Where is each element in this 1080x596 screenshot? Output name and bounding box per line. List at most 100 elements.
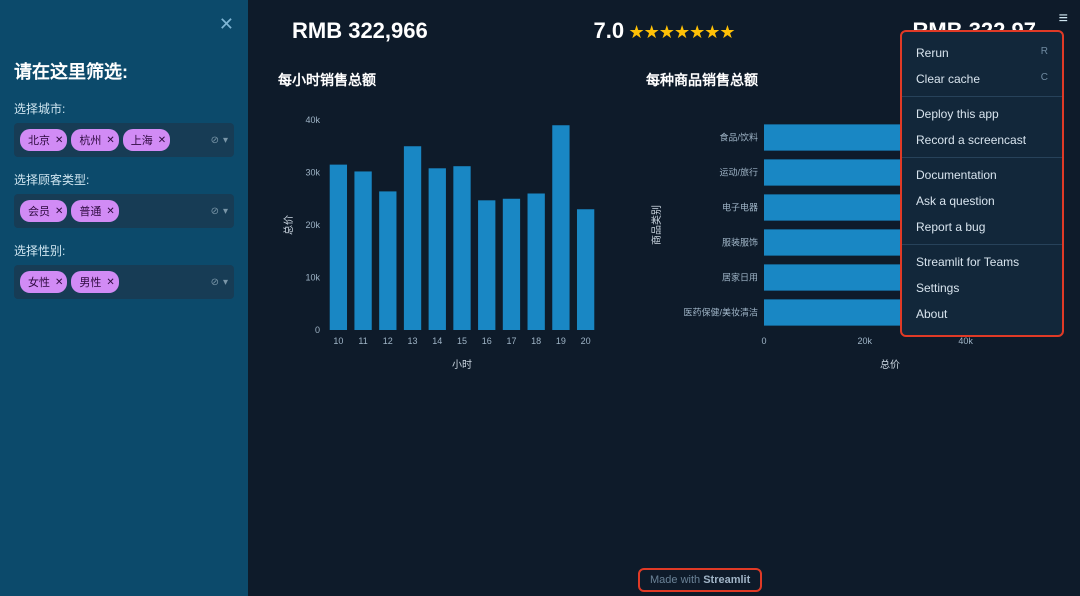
chip-remove-icon[interactable]: ✕ <box>106 135 114 146</box>
menu-item-label: About <box>916 307 947 321</box>
svg-text:0: 0 <box>761 336 766 346</box>
multiselect-controls[interactable]: ⊘▾ <box>211 277 228 288</box>
svg-text:总价: 总价 <box>282 215 295 235</box>
filter-customer-label: 选择顾客类型: <box>14 171 234 188</box>
chart-hourly: 每小时销售总额 010k20k30k40k1011121314151617181… <box>278 70 618 380</box>
menu-item[interactable]: Documentation <box>902 162 1062 188</box>
menu-item[interactable]: Clear cacheC <box>902 66 1062 92</box>
svg-text:商品类别: 商品类别 <box>650 205 663 245</box>
svg-text:10k: 10k <box>305 273 320 283</box>
menu-item[interactable]: Streamlit for Teams <box>902 249 1062 275</box>
menu-item-label: Deploy this app <box>916 107 999 121</box>
filter-city-select[interactable]: 北京✕ 杭州✕ 上海✕ ⊘▾ <box>14 123 234 157</box>
chip-city[interactable]: 北京 ✕ <box>20 129 67 151</box>
chip-label: 杭州 <box>79 132 101 148</box>
svg-text:17: 17 <box>506 336 516 346</box>
chip-customer[interactable]: 会员 ✕ <box>20 200 67 222</box>
svg-text:医药保健/美妆清洁: 医药保健/美妆清洁 <box>683 307 758 318</box>
menu-divider <box>902 157 1062 158</box>
made-with-text: Made with <box>650 574 703 586</box>
svg-text:30k: 30k <box>305 168 320 178</box>
svg-text:总价: 总价 <box>880 358 900 371</box>
chevron-down-icon[interactable]: ▾ <box>223 135 228 146</box>
chip-remove-icon[interactable]: ✕ <box>106 206 114 217</box>
chip-gender[interactable]: 女性 ✕ <box>20 271 67 293</box>
menu-item[interactable]: Record a screencast <box>902 127 1062 153</box>
svg-text:15: 15 <box>457 336 467 346</box>
svg-text:16: 16 <box>482 336 492 346</box>
kpi-total-sales: RMB 322,966 <box>292 18 540 44</box>
chip-gender[interactable]: 男性 ✕ <box>71 271 118 293</box>
svg-text:12: 12 <box>383 336 393 346</box>
svg-text:20k: 20k <box>305 220 320 230</box>
menu-item[interactable]: Settings <box>902 275 1062 301</box>
chip-remove-icon[interactable]: ✕ <box>158 135 166 146</box>
kpi-rating: 7.0 ★★★★★★★ <box>540 18 788 44</box>
menu-shortcut: R <box>1041 46 1048 60</box>
main-content: ≡ RMB 322,966 7.0 ★★★★★★★ RMB 322.97 每小时… <box>248 0 1080 596</box>
svg-text:服装服饰: 服装服饰 <box>722 237 758 248</box>
filter-city-label: 选择城市: <box>14 100 234 117</box>
svg-text:电子电器: 电子电器 <box>722 202 758 213</box>
svg-text:10: 10 <box>333 336 343 346</box>
chevron-down-icon[interactable]: ▾ <box>223 277 228 288</box>
menu-item[interactable]: Report a bug <box>902 214 1062 240</box>
menu-item[interactable]: About <box>902 301 1062 327</box>
chip-remove-icon[interactable]: ✕ <box>106 277 114 288</box>
filter-gender-label: 选择性别: <box>14 242 234 259</box>
svg-text:11: 11 <box>358 336 367 346</box>
menu-divider <box>902 244 1062 245</box>
filter-customer-select[interactable]: 会员✕ 普通✕ ⊘▾ <box>14 194 234 228</box>
chip-label: 上海 <box>131 132 153 148</box>
svg-text:运动/旅行: 运动/旅行 <box>719 167 758 178</box>
svg-text:居家日用: 居家日用 <box>722 272 758 283</box>
chip-city[interactable]: 上海 ✕ <box>123 129 170 151</box>
kpi-value: RMB 322,966 <box>292 18 540 44</box>
multiselect-controls[interactable]: ⊘▾ <box>211 135 228 146</box>
chip-city[interactable]: 杭州 ✕ <box>71 129 118 151</box>
hamburger-icon[interactable]: ≡ <box>1059 10 1068 28</box>
filter-gender-select[interactable]: 女性✕ 男性✕ ⊘▾ <box>14 265 234 299</box>
clear-icon[interactable]: ⊘ <box>211 135 219 146</box>
chip-remove-icon[interactable]: ✕ <box>55 206 63 217</box>
menu-item[interactable]: Ask a question <box>902 188 1062 214</box>
menu-item-label: Settings <box>916 281 959 295</box>
menu-item[interactable]: RerunR <box>902 40 1062 66</box>
chip-label: 女性 <box>28 274 50 290</box>
close-icon[interactable]: ✕ <box>219 14 234 35</box>
menu-divider <box>902 96 1062 97</box>
menu-item[interactable]: Deploy this app <box>902 101 1062 127</box>
chip-label: 会员 <box>28 203 50 219</box>
chip-remove-icon[interactable]: ✕ <box>55 135 63 146</box>
clear-icon[interactable]: ⊘ <box>211 277 219 288</box>
menu-item-label: Streamlit for Teams <box>916 255 1019 269</box>
kpi-value: 7.0 <box>593 18 624 43</box>
menu-shortcut: C <box>1041 72 1048 86</box>
chip-customer[interactable]: 普通✕ <box>71 200 118 222</box>
chip-label: 北京 <box>28 132 50 148</box>
svg-text:19: 19 <box>556 336 566 346</box>
svg-text:40k: 40k <box>958 336 973 346</box>
chip-remove-icon[interactable]: ✕ <box>55 277 63 288</box>
sidebar-title: 请在这里筛选: <box>14 58 234 84</box>
svg-text:20k: 20k <box>858 336 873 346</box>
app-menu[interactable]: RerunRClear cacheC Deploy this app Record … <box>900 30 1064 337</box>
stars-icon: ★★★★★★★ <box>629 22 735 42</box>
chip-label: 男性 <box>79 274 101 290</box>
chart-title: 每小时销售总额 <box>278 70 618 90</box>
multiselect-controls[interactable]: ⊘▾ <box>211 206 228 217</box>
chevron-down-icon[interactable]: ▾ <box>223 206 228 217</box>
svg-text:13: 13 <box>408 336 418 346</box>
menu-item-label: Ask a question <box>916 194 995 208</box>
menu-item-label: Documentation <box>916 168 997 182</box>
chart-hourly-svg: 010k20k30k40k1011121314151617181920小时总价 <box>278 100 608 380</box>
svg-text:小时: 小时 <box>452 359 472 371</box>
svg-text:14: 14 <box>432 336 442 346</box>
made-with-badge[interactable]: Made with Streamlit <box>638 568 762 592</box>
menu-item-label: Record a screencast <box>916 133 1026 147</box>
made-with-brand: Streamlit <box>703 574 750 586</box>
svg-text:食品/饮料: 食品/饮料 <box>719 132 758 143</box>
clear-icon[interactable]: ⊘ <box>211 206 219 217</box>
menu-item-label: Report a bug <box>916 220 985 234</box>
svg-text:0: 0 <box>315 325 320 335</box>
